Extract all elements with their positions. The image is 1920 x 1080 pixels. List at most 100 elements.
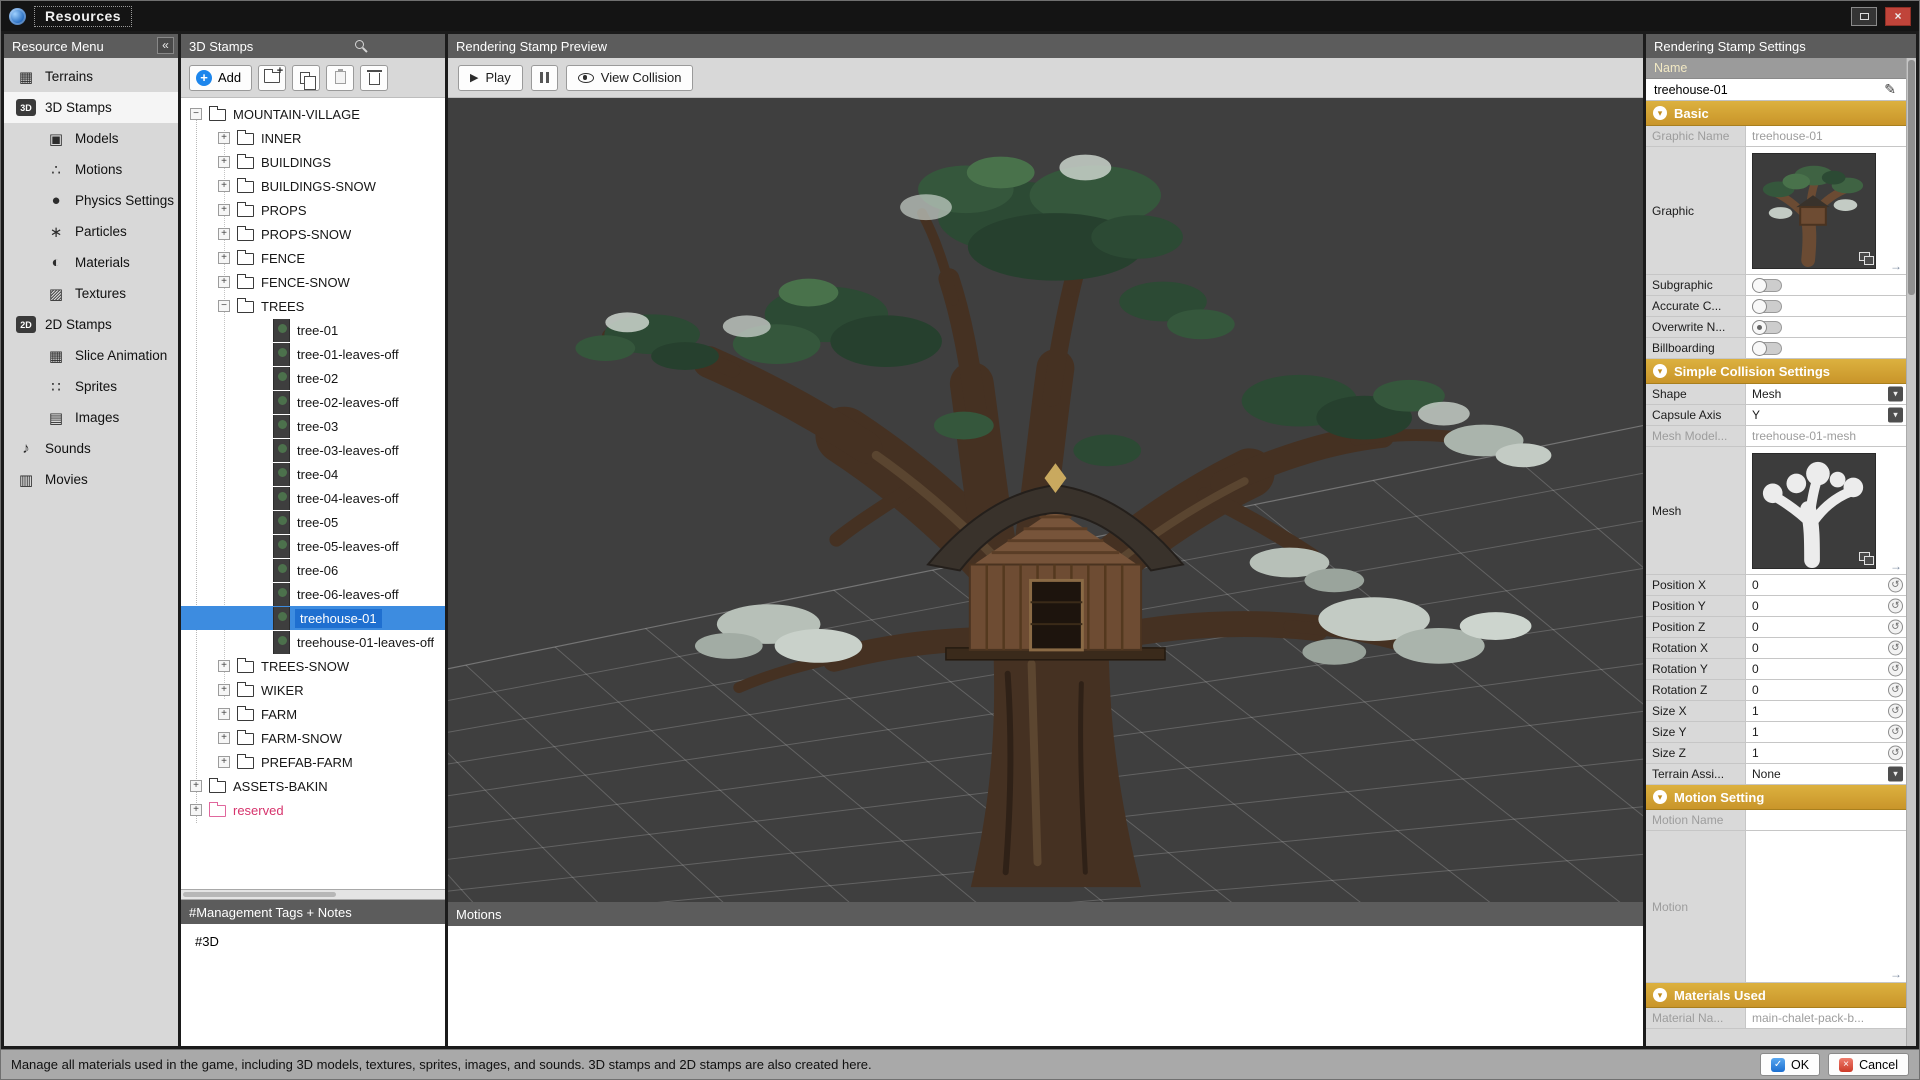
tree-folder-reserved[interactable]: +reserved — [181, 798, 445, 822]
tree-item-tree-03[interactable]: tree-03 — [181, 414, 445, 438]
setting-value-number[interactable]: 0 — [1752, 620, 1759, 634]
dropdown-arrow-icon[interactable]: ▾ — [1888, 767, 1903, 782]
tags-notes-area[interactable]: #3D — [181, 924, 445, 1046]
tree-item-tree-02-leaves-off[interactable]: tree-02-leaves-off — [181, 390, 445, 414]
collapse-panel-button[interactable]: « — [157, 37, 174, 54]
preview-viewport[interactable] — [448, 98, 1643, 902]
menu-item-sounds[interactable]: ♪Sounds — [4, 433, 178, 464]
settings-scrollbar[interactable] — [1906, 58, 1916, 1046]
setting-value[interactable]: Mesh▾ — [1746, 384, 1906, 404]
tree-item-tree-04[interactable]: tree-04 — [181, 462, 445, 486]
toggle-switch[interactable] — [1752, 279, 1782, 292]
expander-icon[interactable]: + — [218, 732, 230, 744]
expander-icon[interactable]: + — [218, 180, 230, 192]
tree-folder-fence-snow[interactable]: +FENCE-SNOW — [181, 270, 445, 294]
tree-folder-inner[interactable]: +INNER — [181, 126, 445, 150]
menu-item-physics-settings[interactable]: ●Physics Settings — [4, 185, 178, 216]
setting-value-number[interactable]: 1 — [1752, 746, 1759, 760]
export-icon[interactable] — [1859, 552, 1870, 561]
expander-icon[interactable]: + — [218, 156, 230, 168]
menu-item-images[interactable]: ▤Images — [4, 402, 178, 433]
menu-item-materials[interactable]: ◐Materials — [4, 247, 178, 278]
setting-value-number[interactable]: 0 — [1752, 599, 1759, 613]
tree-folder-mountain-village[interactable]: −MOUNTAIN-VILLAGE — [181, 102, 445, 126]
setting-value[interactable]: 0↺ — [1746, 596, 1906, 616]
setting-value-number[interactable]: 0 — [1752, 683, 1759, 697]
setting-value[interactable]: Y▾ — [1746, 405, 1906, 425]
menu-item-terrains[interactable]: ▦Terrains — [4, 61, 178, 92]
expand-arrow-icon[interactable]: → — [1890, 559, 1902, 573]
view-collision-button[interactable]: View Collision — [566, 65, 694, 91]
tree-folder-fence[interactable]: +FENCE — [181, 246, 445, 270]
tree-item-treehouse-01-leaves-off[interactable]: treehouse-01-leaves-off — [181, 630, 445, 654]
tree-item-tree-05-leaves-off[interactable]: tree-05-leaves-off — [181, 534, 445, 558]
expander-icon[interactable]: − — [218, 300, 230, 312]
expander-icon[interactable]: + — [218, 756, 230, 768]
ok-button[interactable]: ✓ OK — [1760, 1053, 1820, 1076]
setting-value[interactable]: 0↺ — [1746, 575, 1906, 595]
reset-icon[interactable]: ↺ — [1888, 620, 1903, 635]
setting-value[interactable]: 0↺ — [1746, 638, 1906, 658]
pause-button[interactable] — [531, 65, 558, 91]
expander-icon[interactable]: + — [218, 252, 230, 264]
stamp-name-field[interactable]: treehouse-01 ✎ — [1646, 79, 1906, 101]
section-header-basic[interactable]: ▾Basic — [1646, 101, 1906, 126]
menu-item-movies[interactable]: ▥Movies — [4, 464, 178, 495]
expander-icon[interactable]: + — [190, 804, 202, 816]
menu-item-motions[interactable]: ∴Motions — [4, 154, 178, 185]
section-header-motion-setting[interactable]: ▾Motion Setting — [1646, 785, 1906, 810]
tree-folder-trees-snow[interactable]: +TREES-SNOW — [181, 654, 445, 678]
toggle-switch[interactable] — [1752, 321, 1782, 334]
add-button[interactable]: + Add — [189, 65, 252, 91]
tree-folder-buildings-snow[interactable]: +BUILDINGS-SNOW — [181, 174, 445, 198]
reset-icon[interactable]: ↺ — [1888, 662, 1903, 677]
tree-folder-wiker[interactable]: +WIKER — [181, 678, 445, 702]
menu-item-3d-stamps[interactable]: 3D3D Stamps — [4, 92, 178, 123]
dropdown-arrow-icon[interactable]: ▾ — [1888, 387, 1903, 402]
tree-item-tree-06[interactable]: tree-06 — [181, 558, 445, 582]
expander-icon[interactable]: + — [218, 660, 230, 672]
reset-icon[interactable]: ↺ — [1888, 578, 1903, 593]
tree-item-tree-03-leaves-off[interactable]: tree-03-leaves-off — [181, 438, 445, 462]
dropdown-arrow-icon[interactable]: ▾ — [1888, 408, 1903, 423]
reset-icon[interactable]: ↺ — [1888, 683, 1903, 698]
reset-icon[interactable]: ↺ — [1888, 641, 1903, 656]
tree-item-tree-01-leaves-off[interactable]: tree-01-leaves-off — [181, 342, 445, 366]
cancel-button[interactable]: × Cancel — [1828, 1053, 1909, 1076]
expander-icon[interactable]: + — [218, 708, 230, 720]
setting-value-number[interactable]: 1 — [1752, 704, 1759, 718]
graphic-thumbnail[interactable] — [1752, 153, 1876, 269]
tree-item-tree-06-leaves-off[interactable]: tree-06-leaves-off — [181, 582, 445, 606]
setting-value-number[interactable]: 0 — [1752, 662, 1759, 676]
menu-item-2d-stamps[interactable]: 2D2D Stamps — [4, 309, 178, 340]
reset-icon[interactable]: ↺ — [1888, 746, 1903, 761]
setting-value-number[interactable]: 0 — [1752, 578, 1759, 592]
setting-value[interactable]: 1↺ — [1746, 701, 1906, 721]
menu-item-slice-animation[interactable]: ▦Slice Animation — [4, 340, 178, 371]
tree-horizontal-scrollbar[interactable] — [181, 889, 445, 900]
tree-folder-props[interactable]: +PROPS — [181, 198, 445, 222]
tree-folder-props-snow[interactable]: +PROPS-SNOW — [181, 222, 445, 246]
close-button[interactable]: × — [1885, 7, 1911, 26]
tree-folder-farm[interactable]: +FARM — [181, 702, 445, 726]
menu-item-particles[interactable]: ∗Particles — [4, 216, 178, 247]
setting-value[interactable]: 0↺ — [1746, 659, 1906, 679]
tree-folder-trees[interactable]: −TREES — [181, 294, 445, 318]
duplicate-button[interactable] — [292, 65, 320, 91]
setting-value-number[interactable]: 1 — [1752, 725, 1759, 739]
expand-arrow-icon[interactable]: → — [1890, 259, 1902, 273]
expander-icon[interactable]: + — [218, 228, 230, 240]
menu-item-sprites[interactable]: ∷Sprites — [4, 371, 178, 402]
menu-item-models[interactable]: ▣Models — [4, 123, 178, 154]
reset-icon[interactable]: ↺ — [1888, 725, 1903, 740]
play-button[interactable]: ▶ Play — [458, 65, 523, 91]
tree-folder-farm-snow[interactable]: +FARM-SNOW — [181, 726, 445, 750]
section-header-materials-used[interactable]: ▾Materials Used — [1646, 983, 1906, 1008]
setting-value[interactable]: 0↺ — [1746, 617, 1906, 637]
menu-item-textures[interactable]: ▨Textures — [4, 278, 178, 309]
restore-button[interactable] — [1851, 7, 1877, 26]
expander-icon[interactable]: + — [218, 204, 230, 216]
expand-arrow-icon[interactable]: → — [1890, 967, 1902, 981]
reset-icon[interactable]: ↺ — [1888, 704, 1903, 719]
edit-pencil-icon[interactable]: ✎ — [1884, 81, 1896, 98]
